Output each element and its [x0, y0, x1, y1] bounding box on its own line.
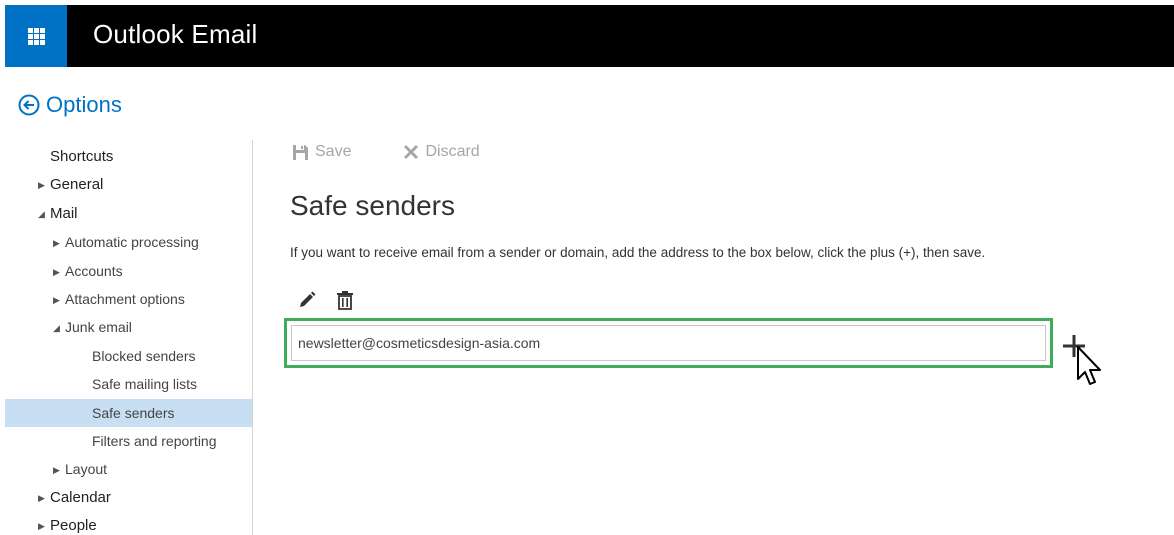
- caret-collapsed-icon: ▶: [53, 465, 60, 476]
- sidebar-item-label: Mail: [50, 204, 78, 222]
- sidebar-item-safe-mailing-lists[interactable]: Safe mailing lists: [5, 370, 252, 398]
- app-title: Outlook Email: [93, 19, 258, 49]
- save-button[interactable]: Save: [292, 143, 351, 161]
- caret-collapsed-icon: ▶: [53, 266, 60, 277]
- back-arrow-icon: [18, 94, 40, 116]
- discard-label: Discard: [425, 143, 480, 160]
- options-label: Options: [46, 92, 122, 117]
- sidebar-item-label: Safe mailing lists: [92, 376, 198, 393]
- discard-x-icon: [404, 144, 419, 160]
- sidebar-item-general[interactable]: ▶ General: [5, 171, 252, 199]
- pencil-edit-icon[interactable]: [297, 290, 317, 310]
- sidebar-item-safe-senders[interactable]: Safe senders: [5, 398, 252, 427]
- sidebar-item-label: Calendar: [50, 488, 111, 506]
- caret-collapsed-icon: ▶: [38, 180, 45, 191]
- sidebar-item-label: Filters and reporting: [92, 433, 217, 449]
- instructions-text: If you want to receive email from a send…: [290, 245, 986, 260]
- sidebar-item-automatic-processing[interactable]: ▶ Automatic processing: [5, 228, 252, 256]
- sidebar-item-label: People: [50, 517, 97, 535]
- sidebar-item-layout[interactable]: ▶ Layout: [5, 455, 252, 483]
- sidebar-item-label: Safe senders: [92, 404, 175, 421]
- toolbar: Save Discard: [292, 143, 532, 161]
- sidebar-item-mail[interactable]: ◢ Mail: [5, 200, 252, 228]
- sidebar-item-label: Shortcuts: [50, 148, 114, 165]
- sidebar-item-filters-and-reporting[interactable]: Filters and reporting: [5, 427, 252, 455]
- highlighted-input-frame: [284, 318, 1053, 368]
- plus-add-icon[interactable]: [1061, 333, 1087, 359]
- sidebar-item-people[interactable]: ▶ People: [5, 512, 252, 535]
- caret-collapsed-icon: ▶: [38, 492, 45, 503]
- top-bar: Outlook Email: [5, 5, 1174, 67]
- sidebar-item-junk-email[interactable]: ◢ Junk email: [5, 313, 252, 341]
- caret-collapsed-icon: ▶: [38, 521, 45, 532]
- caret-expanded-icon: ◢: [53, 323, 60, 334]
- sidebar-item-label: General: [50, 176, 104, 194]
- caret-collapsed-icon: ▶: [53, 295, 60, 305]
- save-icon: [293, 144, 308, 160]
- options-sidebar: Shortcuts ▶ General ◢ Mail ▶ Automatic process…: [5, 140, 253, 535]
- sidebar-item-shortcuts[interactable]: Shortcuts: [5, 143, 252, 171]
- sidebar-item-label: Automatic processing: [65, 234, 199, 251]
- options-back-link[interactable]: Options: [18, 92, 122, 118]
- sidebar-item-accounts[interactable]: ▶ Accounts: [5, 257, 252, 285]
- sidebar-item-label: Layout: [65, 461, 108, 478]
- sidebar-item-label: Accounts: [65, 262, 123, 279]
- caret-collapsed-icon: ▶: [53, 238, 60, 249]
- discard-button[interactable]: Discard: [403, 143, 480, 161]
- caret-expanded-icon: ◢: [38, 208, 45, 219]
- app-launcher-button[interactable]: [5, 5, 67, 67]
- page-title: Safe senders: [290, 190, 455, 221]
- trash-delete-icon[interactable]: [336, 290, 354, 310]
- sidebar-item-label: Blocked senders: [92, 347, 196, 364]
- sidebar-item-blocked-senders[interactable]: Blocked senders: [5, 342, 252, 370]
- sidebar-item-label: Junk email: [65, 319, 132, 336]
- sidebar-item-label: Attachment options: [65, 291, 185, 307]
- safe-sender-input[interactable]: [291, 325, 1046, 361]
- save-label: Save: [315, 143, 352, 160]
- sidebar-item-calendar[interactable]: ▶ Calendar: [5, 484, 252, 512]
- sidebar-item-attachment-options[interactable]: ▶ Attachment options: [5, 285, 252, 313]
